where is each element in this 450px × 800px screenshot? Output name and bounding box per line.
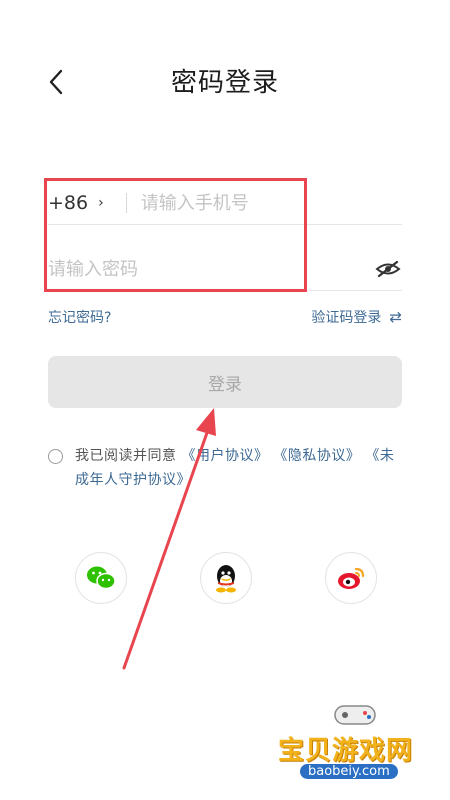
password-row	[48, 248, 402, 291]
divider	[125, 193, 127, 213]
phone-row: +86 ›	[48, 182, 402, 225]
weibo-login-button[interactable]	[325, 552, 377, 604]
swap-icon: ⇄	[389, 308, 402, 326]
page-title: 密码登录	[170, 68, 279, 98]
watermark-url: baobeiy.com	[300, 764, 398, 779]
agree-radio[interactable]	[48, 449, 63, 464]
watermark-title: 宝贝游戏网	[278, 736, 414, 766]
privacy-agreement-link[interactable]: 《隐私协议》	[273, 448, 360, 464]
gamepad-icon	[334, 705, 376, 725]
wechat-icon	[87, 566, 116, 590]
weibo-icon	[338, 567, 365, 589]
forgot-password-link[interactable]: 忘记密码?	[48, 307, 111, 327]
qq-icon	[216, 565, 236, 593]
wechat-login-button[interactable]	[75, 552, 127, 604]
qq-login-button[interactable]	[200, 552, 252, 604]
toggle-password-visibility-button[interactable]	[374, 258, 402, 280]
agreement-row: 我已阅读并同意 《用户协议》 《隐私协议》 《未成年人守护协议》	[48, 444, 408, 492]
password-input[interactable]	[48, 258, 374, 280]
country-code: +86	[48, 192, 89, 214]
sms-login-label: 验证码登录	[311, 310, 382, 326]
user-agreement-link[interactable]: 《用户协议》	[181, 448, 268, 464]
country-code-selector[interactable]: +86 ›	[48, 192, 104, 214]
sms-login-link[interactable]: 验证码登录 ⇄	[311, 307, 402, 327]
phone-input[interactable]	[140, 192, 402, 214]
agreement-text: 我已阅读并同意 《用户协议》 《隐私协议》 《未成年人守护协议》	[75, 444, 408, 492]
watermark-logo: 宝贝游戏网 baobeiy.com	[270, 700, 440, 790]
login-button[interactable]: 登录	[48, 356, 402, 408]
agreement-prefix: 我已阅读并同意	[75, 448, 177, 464]
chevron-right-icon: ›	[98, 195, 104, 211]
eye-closed-icon	[375, 260, 401, 278]
